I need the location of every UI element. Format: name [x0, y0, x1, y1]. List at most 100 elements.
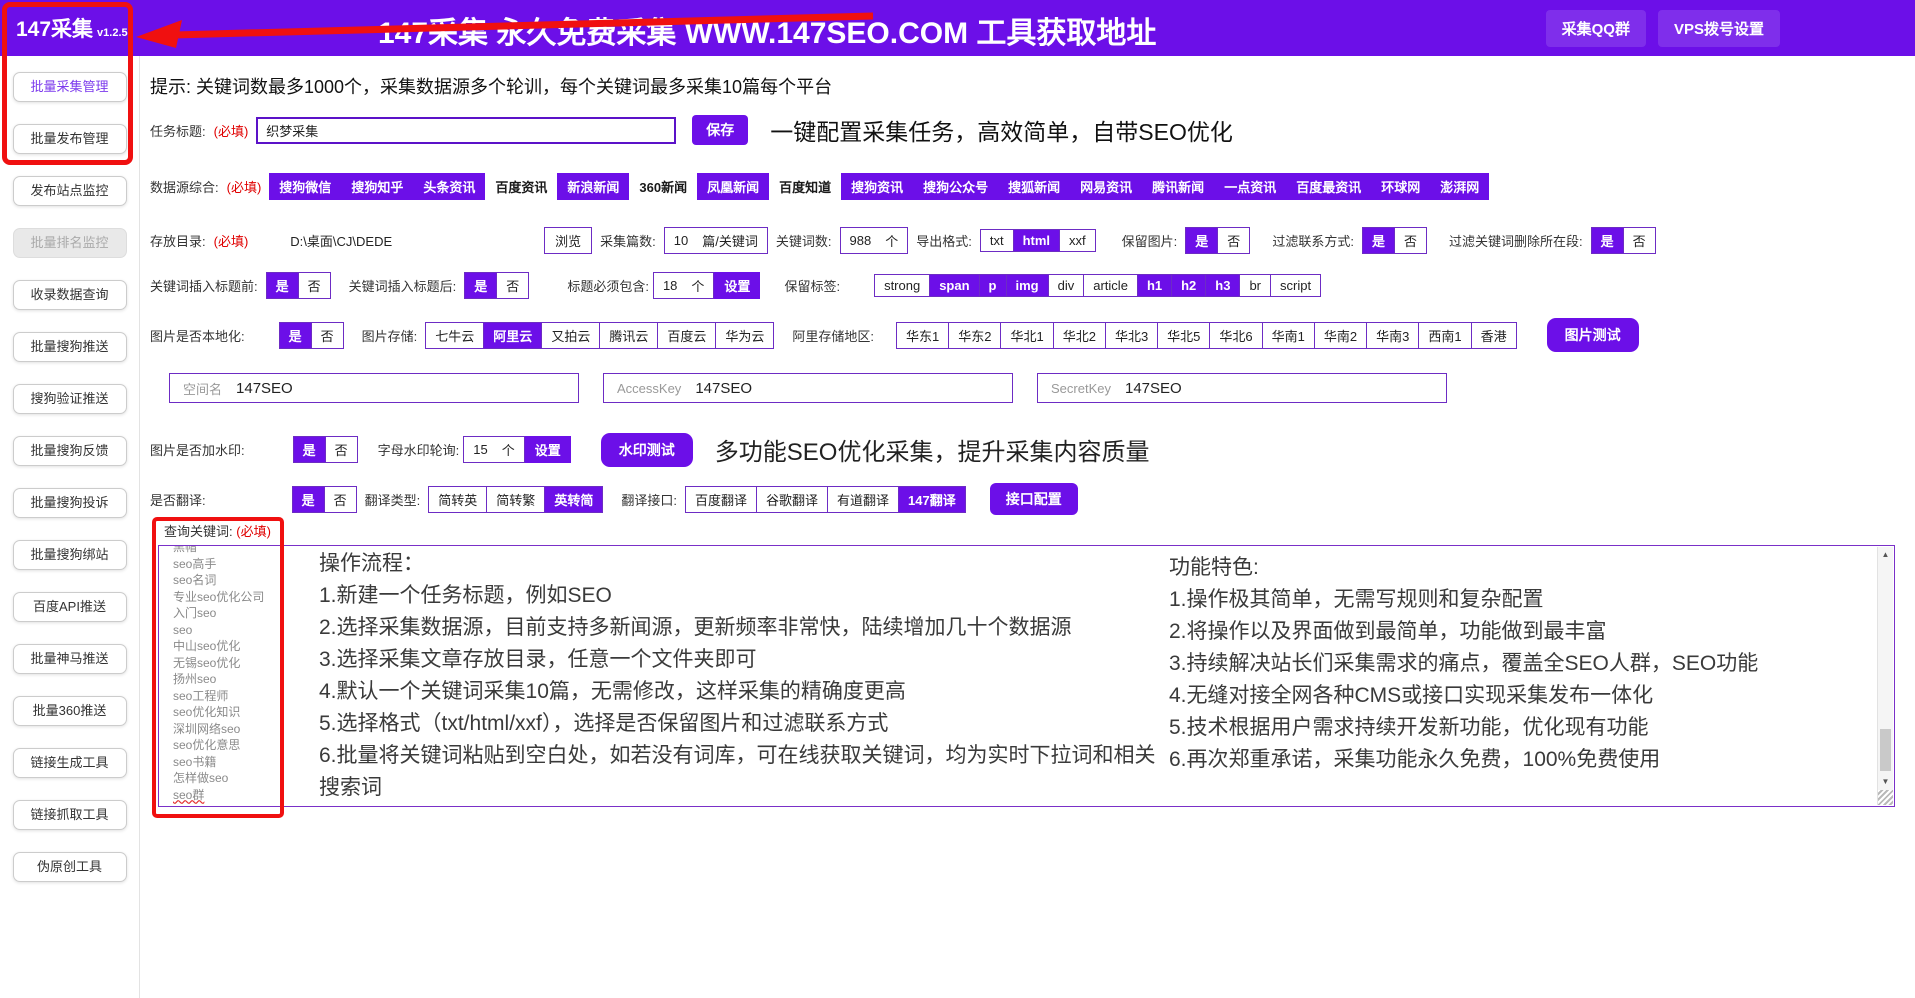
title-must-contain-set-button[interactable]: 设置 — [714, 272, 761, 299]
source-chip-baidu-zui-zixun[interactable]: 百度最资讯 — [1286, 173, 1371, 200]
secret-key-field[interactable]: SecretKey 147SEO — [1037, 373, 1447, 403]
tag-article[interactable]: article — [1084, 275, 1138, 296]
sidebar-item-360-push[interactable]: 批量360推送 — [12, 696, 127, 726]
api-config-button[interactable]: 接口配置 — [989, 483, 1078, 515]
source-chip-360-news[interactable]: 360新闻 — [629, 173, 698, 200]
translate-yes[interactable]: 是 — [292, 486, 325, 512]
tag-script[interactable]: script — [1271, 275, 1321, 296]
source-chip-sogou-zhihu[interactable]: 搜狗知乎 — [341, 173, 413, 200]
sidebar-item-sogou-complaint[interactable]: 批量搜狗投诉 — [12, 488, 127, 518]
storage-aliyun[interactable]: 阿里云 — [484, 322, 543, 348]
source-chip-sogou-zixun[interactable]: 搜狗资讯 — [841, 173, 913, 200]
article-count-input[interactable]: 10 — [674, 233, 688, 248]
filter-paragraph-yes[interactable]: 是 — [1591, 228, 1624, 253]
keyword-item[interactable]: seo优化意思 — [173, 737, 303, 754]
sidebar-item-publish-site-monitor[interactable]: 发布站点监控 — [12, 176, 127, 206]
sidebar-item-sogou-verify-push[interactable]: 搜狗验证推送 — [12, 384, 127, 414]
sidebar-item-baidu-api-push[interactable]: 百度API推送 — [12, 592, 127, 622]
task-title-input[interactable] — [256, 116, 677, 144]
insert-after-no[interactable]: 否 — [497, 273, 529, 298]
region-huabei5[interactable]: 华北5 — [1158, 322, 1211, 348]
source-chip-huanqiu[interactable]: 环球网 — [1371, 173, 1430, 200]
insert-before-yes[interactable]: 是 — [266, 273, 299, 298]
region-huadong2[interactable]: 华东2 — [949, 322, 1002, 348]
region-huabei1[interactable]: 华北1 — [1001, 322, 1054, 348]
keyword-item[interactable]: 扬州seo — [173, 671, 303, 688]
region-huanan1[interactable]: 华南1 — [1262, 322, 1315, 348]
region-huadong1[interactable]: 华东1 — [897, 322, 950, 348]
sidebar-item-sogou-feedback[interactable]: 批量搜狗反馈 — [12, 436, 127, 466]
sidebar-item-batch-collect[interactable]: 批量采集管理 — [12, 72, 127, 102]
sidebar-item-link-generate-tool[interactable]: 链接生成工具 — [12, 748, 127, 778]
access-key-field[interactable]: AccessKey 147SEO — [603, 373, 1013, 403]
storage-baidu[interactable]: 百度云 — [658, 322, 717, 348]
region-huanan2[interactable]: 华南2 — [1314, 322, 1368, 348]
tag-h1[interactable]: h1 — [1137, 275, 1173, 296]
watermark-yes[interactable]: 是 — [293, 437, 326, 462]
source-chip-ifeng-news[interactable]: 凤凰新闻 — [697, 173, 769, 200]
type-en-to-simp[interactable]: 英转简 — [545, 486, 603, 512]
keyword-item[interactable]: seo — [173, 622, 303, 639]
keyword-item[interactable]: 入门seo — [173, 605, 303, 622]
type-cn-to-en[interactable]: 简转英 — [429, 486, 488, 512]
keyword-item[interactable]: seo名词 — [173, 572, 303, 589]
source-chip-baidu-news[interactable]: 百度资讯 — [485, 173, 558, 200]
storage-tencent[interactable]: 腾讯云 — [600, 322, 659, 348]
sidebar-item-sogou-bind-site[interactable]: 批量搜狗绑站 — [12, 540, 127, 570]
keyword-item[interactable]: 无锡seo优化 — [173, 655, 303, 672]
vps-dial-settings-button[interactable]: VPS拨号设置 — [1657, 10, 1780, 47]
source-chip-toutiao[interactable]: 头条资讯 — [413, 173, 485, 200]
keyword-item[interactable]: 中山seo优化 — [173, 638, 303, 655]
keyword-item[interactable]: 黑帽 — [173, 546, 303, 556]
image-localize-yes[interactable]: 是 — [279, 322, 312, 348]
tag-span[interactable]: span — [930, 275, 980, 296]
insert-before-no[interactable]: 否 — [298, 273, 330, 298]
tag-h3[interactable]: h3 — [1206, 275, 1241, 296]
storage-qiniu[interactable]: 七牛云 — [426, 322, 485, 348]
keep-image-no[interactable]: 否 — [1218, 228, 1250, 253]
sidebar-item-shenma-push[interactable]: 批量神马推送 — [12, 644, 127, 674]
region-hongkong[interactable]: 香港 — [1471, 322, 1516, 348]
keyword-item[interactable]: 专业seo优化公司 — [173, 589, 303, 606]
keyword-item[interactable]: 深圳网络seo — [173, 721, 303, 738]
tag-div[interactable]: div — [1048, 275, 1085, 296]
title-must-contain-input[interactable]: 18 — [663, 278, 677, 293]
sidebar-item-batch-publish[interactable]: 批量发布管理 — [12, 124, 127, 154]
api-google[interactable]: 谷歌翻译 — [756, 486, 828, 512]
source-chip-sina-news[interactable]: 新浪新闻 — [557, 173, 629, 200]
filter-contact-no[interactable]: 否 — [1394, 228, 1426, 253]
storage-upyun[interactable]: 又拍云 — [542, 322, 601, 348]
translate-no[interactable]: 否 — [324, 486, 356, 512]
insert-after-yes[interactable]: 是 — [465, 273, 498, 298]
filter-contact-yes[interactable]: 是 — [1362, 228, 1395, 253]
watermark-test-button[interactable]: 水印测试 — [600, 432, 693, 467]
tag-h2[interactable]: h2 — [1172, 275, 1207, 296]
watermark-set-button[interactable]: 设置 — [524, 436, 571, 463]
resize-grip-icon[interactable] — [1878, 790, 1893, 805]
keep-image-yes[interactable]: 是 — [1186, 228, 1219, 253]
region-xinan1[interactable]: 西南1 — [1419, 322, 1472, 348]
sidebar-item-link-grab-tool[interactable]: 链接抓取工具 — [12, 800, 127, 830]
keyword-item[interactable]: seo工程师 — [173, 688, 303, 705]
browse-button[interactable]: 浏览 — [544, 227, 593, 254]
space-name-field[interactable]: 空间名 147SEO — [169, 373, 579, 403]
region-huanan3[interactable]: 华南3 — [1367, 322, 1420, 348]
source-chip-sohu-news[interactable]: 搜狐新闻 — [998, 173, 1070, 200]
keyword-count-input[interactable]: 988 — [850, 233, 872, 248]
keyword-item[interactable]: 怎样做seo — [173, 770, 303, 787]
scroll-down-icon[interactable]: ▼ — [1878, 774, 1893, 789]
region-huabei3[interactable]: 华北3 — [1105, 322, 1159, 348]
tag-p[interactable]: p — [979, 275, 1007, 296]
keyword-item[interactable]: seo群 — [173, 787, 303, 804]
keyword-item[interactable]: seo高手 — [173, 556, 303, 573]
source-chip-baidu-zhidao[interactable]: 百度知道 — [769, 173, 842, 200]
source-chip-163-news[interactable]: 网易资讯 — [1070, 173, 1142, 200]
save-button[interactable]: 保存 — [692, 115, 749, 145]
scroll-up-icon[interactable]: ▲ — [1878, 547, 1893, 562]
watermark-cycle-input[interactable]: 15 — [473, 442, 487, 457]
tag-strong[interactable]: strong — [875, 275, 931, 296]
image-test-button[interactable]: 图片测试 — [1546, 318, 1639, 352]
sidebar-item-pseudo-original-tool[interactable]: 伪原创工具 — [12, 852, 127, 882]
format-html[interactable]: html — [1013, 230, 1061, 251]
api-147[interactable]: 147翻译 — [899, 486, 965, 512]
